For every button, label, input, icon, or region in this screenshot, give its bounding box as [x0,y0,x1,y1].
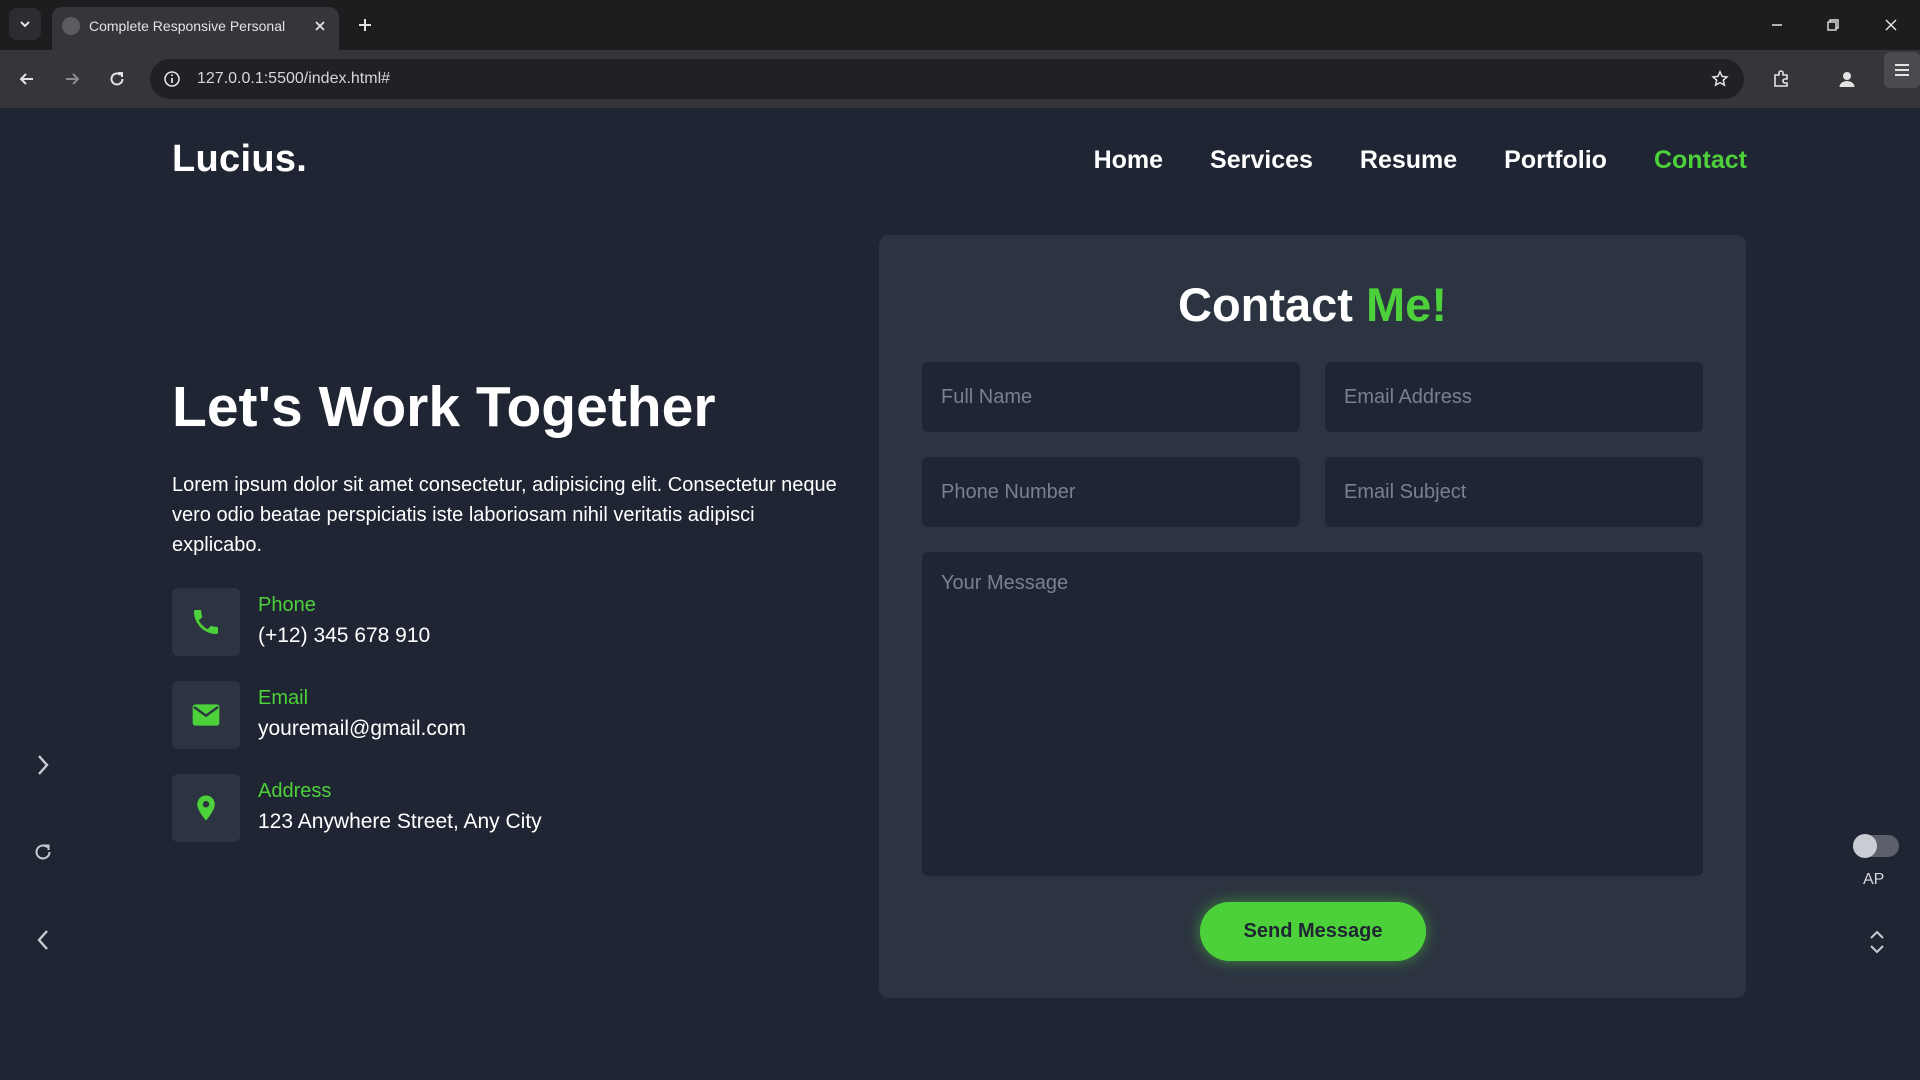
form-title: Contact Me! [879,277,1746,332]
nav-home[interactable]: Home [1094,146,1163,175]
contact-phone: Phone (+12) 345 678 910 [172,588,772,658]
contact-address: Address 123 Anywhere Street, Any City [172,774,772,844]
profile-icon [1839,72,1855,87]
contact-form: Contact Me! Send Message [879,235,1746,998]
ap-toggle-label: AP [1863,871,1885,888]
close-icon [315,21,325,31]
close-icon [1885,19,1897,31]
email-input[interactable] [1325,362,1703,432]
hero-title: Let's Work Together [172,375,716,439]
nav-resume[interactable]: Resume [1360,146,1457,175]
refresh-icon [35,844,51,860]
contact-email-value: youremail@gmail.com [258,717,467,740]
contact-address-label: Address [258,780,332,802]
arrow-right-icon [66,73,80,85]
form-title-main: Contact [1178,278,1353,331]
restore-button[interactable] [1818,10,1848,40]
location-pin-icon [172,774,240,842]
contact-email-label: Email [258,687,309,709]
extensions-button[interactable] [1765,63,1797,95]
plus-icon [359,19,371,31]
nav-portfolio[interactable]: Portfolio [1504,146,1607,175]
contact-address-value: 123 Anywhere Street, Any City [258,810,542,833]
arrow-left-icon [19,73,33,85]
profile-button[interactable] [1831,63,1863,95]
mail-icon [172,681,240,749]
reload-button[interactable] [101,63,133,95]
browser-tab[interactable]: Complete Responsive Personal [52,7,339,50]
minimize-icon [1772,24,1782,26]
tab-close-button[interactable] [311,17,329,35]
menu-icon [1895,64,1909,76]
contact-email: Email youremail@gmail.com [172,681,772,751]
chevron-right-icon [38,755,49,775]
previous-button[interactable] [26,923,60,957]
address-bar[interactable]: 127.0.0.1:5500/index.html# [150,59,1744,99]
reload-icon [110,72,124,86]
ap-toggle[interactable] [1853,834,1899,858]
page-content: Lucius. Home Services Resume Portfolio C… [0,108,1920,1080]
minimize-button[interactable] [1762,10,1792,40]
chevron-down-icon [20,21,30,28]
globe-icon [62,17,80,35]
bookmark-star-icon[interactable] [1708,67,1732,91]
refresh-button[interactable] [26,835,60,869]
phone-icon [172,588,240,656]
form-title-accent: Me! [1366,278,1447,331]
site-logo[interactable]: Lucius. [172,138,307,181]
full-name-input[interactable] [922,362,1300,432]
send-message-button[interactable]: Send Message [1200,902,1426,961]
new-tab-button[interactable] [352,12,378,38]
browser-tab-bar: Complete Responsive Personal [0,0,1920,50]
contact-phone-label: Phone [258,594,316,616]
toggle-knob [1853,834,1877,858]
phone-input[interactable] [922,457,1300,527]
scroll-updown-button[interactable] [1862,924,1892,960]
restore-icon [1827,19,1839,31]
chevron-up-down-icon [1870,930,1884,954]
next-button[interactable] [26,748,60,782]
chevron-left-icon [37,930,48,950]
info-icon[interactable] [160,67,184,91]
subject-input[interactable] [1325,457,1703,527]
contact-phone-value: (+12) 345 678 910 [258,624,431,647]
nav-contact[interactable]: Contact [1654,146,1747,175]
tab-search-button[interactable] [9,8,41,40]
hero-description: Lorem ipsum dolor sit amet consectetur, … [172,474,837,556]
forward-button[interactable] [56,63,88,95]
browser-menu-button[interactable] [1884,52,1920,88]
main-nav: Home Services Resume Portfolio Contact [1094,146,1747,175]
browser-toolbar: 127.0.0.1:5500/index.html# [0,50,1920,108]
url-text: 127.0.0.1:5500/index.html# [197,70,391,87]
message-textarea[interactable] [922,552,1703,876]
puzzle-icon [1774,70,1788,87]
close-window-button[interactable] [1876,10,1906,40]
nav-services[interactable]: Services [1210,146,1313,175]
tab-title: Complete Responsive Personal [89,18,286,34]
back-button[interactable] [11,63,43,95]
